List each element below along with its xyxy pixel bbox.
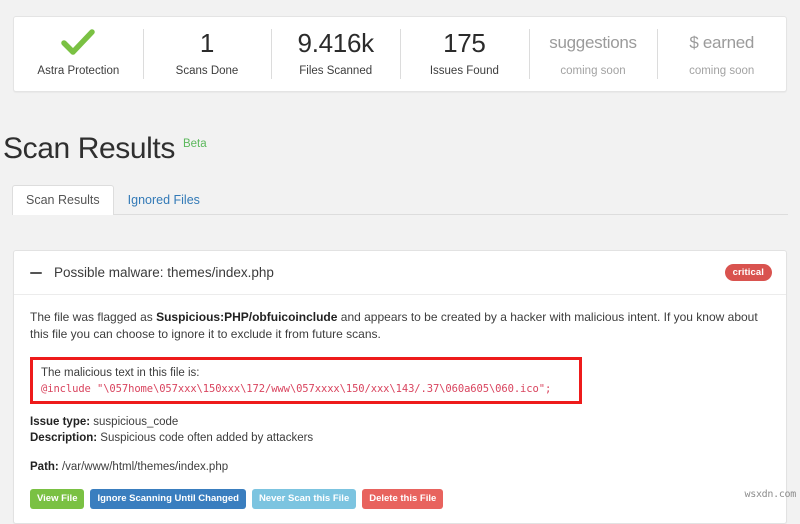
tab-scan-results[interactable]: Scan Results [12, 185, 114, 215]
stat-label: Files Scanned [299, 64, 372, 78]
description-text-before: The file was flagged as [30, 310, 156, 324]
stat-astra-protection: Astra Protection [14, 17, 143, 91]
stat-value: suggestions [549, 28, 636, 58]
stat-label: coming soon [560, 64, 625, 78]
stat-value: 1 [200, 28, 214, 58]
view-file-button[interactable]: View File [30, 489, 84, 509]
collapse-minus-icon[interactable] [30, 267, 42, 279]
action-button-row: View File Ignore Scanning Until Changed … [30, 489, 770, 509]
green-check-icon [61, 28, 95, 58]
stat-scans-done: 1 Scans Done [143, 17, 272, 91]
issue-type-label: Issue type: [30, 416, 90, 428]
stat-earned: $ earned coming soon [657, 17, 786, 91]
file-path-value: /var/www/html/themes/index.php [59, 461, 228, 473]
scan-result-header[interactable]: Possible malware: themes/index.php criti… [14, 251, 786, 295]
never-scan-button[interactable]: Never Scan this File [252, 489, 356, 509]
issue-type-row: Issue type: suspicious_code [30, 414, 770, 430]
threat-signature-name: Suspicious:PHP/obfuicoinclude [156, 310, 337, 324]
stat-issues-found: 175 Issues Found [400, 17, 529, 91]
stat-value: 175 [443, 28, 485, 58]
issue-type-value: suspicious_code [90, 416, 178, 428]
stat-label: Scans Done [176, 64, 239, 78]
scan-result-body: The file was flagged as Suspicious:PHP/o… [14, 295, 786, 523]
delete-file-button[interactable]: Delete this File [362, 489, 443, 509]
page-title-row: Scan Results Beta [3, 132, 207, 166]
beta-badge: Beta [183, 138, 207, 151]
tab-ignored-files[interactable]: Ignored Files [114, 185, 214, 215]
stat-label: Issues Found [430, 64, 499, 78]
watermark: wsxdn.com [745, 489, 797, 501]
issue-description-row: Description: Suspicious code often added… [30, 430, 770, 446]
stat-label: Astra Protection [37, 64, 119, 78]
status-badge: critical [725, 264, 772, 281]
issue-description-label: Description: [30, 432, 97, 444]
file-path-row: Path: /var/www/html/themes/index.php [30, 459, 770, 475]
summary-stats-bar: Astra Protection 1 Scans Done 9.416k Fil… [13, 16, 787, 92]
stat-value: 9.416k [298, 28, 374, 58]
stat-files-scanned: 9.416k Files Scanned [271, 17, 400, 91]
malicious-code-box: The malicious text in this file is: @inc… [30, 357, 582, 404]
scan-result-card: Possible malware: themes/index.php criti… [13, 250, 787, 524]
stat-label: coming soon [689, 64, 754, 78]
malicious-code-text: @include "\057home\057xxx\150xxx\172/www… [41, 382, 573, 396]
ignore-until-changed-button[interactable]: Ignore Scanning Until Changed [90, 489, 245, 509]
scan-result-title: Possible malware: themes/index.php [54, 265, 725, 280]
page-title: Scan Results [3, 132, 175, 166]
stat-value: $ earned [689, 28, 754, 58]
stat-suggestions: suggestions coming soon [529, 17, 658, 91]
tab-bar: Scan Results Ignored Files [12, 186, 788, 215]
file-path-label: Path: [30, 461, 59, 473]
scan-result-description: The file was flagged as Suspicious:PHP/o… [30, 309, 770, 343]
issue-description-value: Suspicious code often added by attackers [97, 432, 313, 444]
malicious-code-label: The malicious text in this file is: [41, 365, 573, 381]
